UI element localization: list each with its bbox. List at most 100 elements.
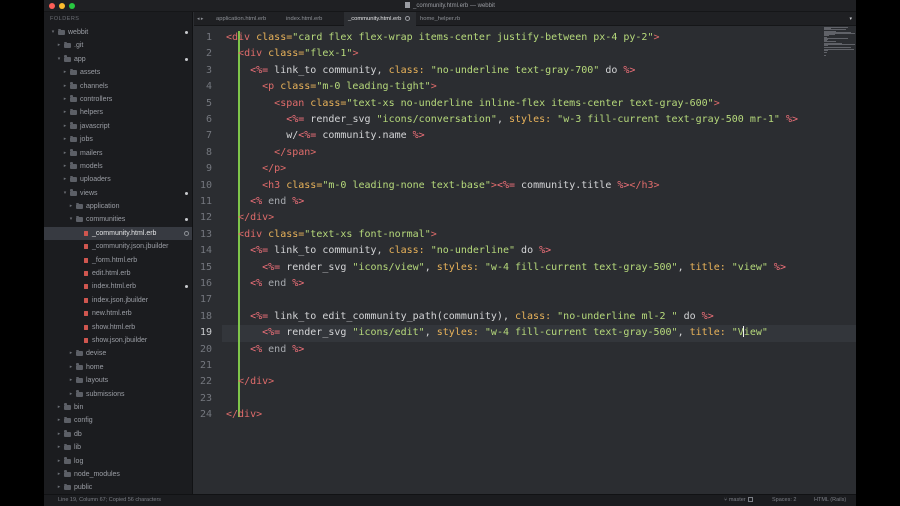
code-line[interactable]: <div class="text-xs font-normal">: [226, 227, 437, 243]
sidebar-folder[interactable]: ▸ config: [44, 414, 192, 427]
code-line[interactable]: <span class="text-xs no-underline inline…: [226, 96, 720, 112]
disclosure-open-icon[interactable]: ▾: [62, 187, 68, 200]
editor-tab[interactable]: application.html.erb: [212, 12, 282, 26]
status-branch[interactable]: ⑂ master: [724, 495, 753, 506]
disclosure-closed-icon[interactable]: ▸: [62, 66, 68, 79]
minimap[interactable]: [824, 27, 856, 57]
code-line[interactable]: <%= link_to community, class: "no-underl…: [226, 243, 551, 259]
disclosure-closed-icon[interactable]: ▸: [56, 468, 62, 481]
disclosure-closed-icon[interactable]: ▸: [62, 160, 68, 173]
sidebar-folder[interactable]: ▸ javascript: [44, 120, 192, 133]
disclosure-closed-icon[interactable]: ▸: [62, 120, 68, 133]
code-line[interactable]: </p>: [226, 161, 286, 177]
sidebar-folder[interactable]: ▸ db: [44, 428, 192, 441]
sidebar-folder[interactable]: ▾ app: [44, 53, 192, 66]
disclosure-closed-icon[interactable]: ▸: [62, 147, 68, 160]
sidebar-file[interactable]: index.html.erb: [44, 280, 192, 293]
sidebar-folder[interactable]: ▸ bin: [44, 401, 192, 414]
sidebar-file[interactable]: new.html.erb: [44, 307, 192, 320]
close-tab-icon[interactable]: [405, 16, 411, 21]
status-branch-label: master: [728, 497, 746, 503]
disclosure-closed-icon[interactable]: ▸: [68, 200, 74, 213]
sidebar-item-label: jobs: [80, 136, 93, 144]
disclosure-closed-icon[interactable]: ▸: [56, 441, 62, 454]
sidebar-folder[interactable]: ▸ lib: [44, 441, 192, 454]
disclosure-open-icon[interactable]: ▾: [68, 213, 74, 226]
code-editor[interactable]: 1 2 3 4 5 6 7 8 9 10 11 12 13 14 15 16 17 18 19 20 21 22 23 24 …: [194, 27, 856, 494]
disclosure-closed-icon[interactable]: ▸: [62, 173, 68, 186]
sidebar-folder[interactable]: ▾ views: [44, 187, 192, 200]
code-line[interactable]: <p class="m-0 leading-tight">: [226, 79, 437, 95]
disclosure-closed-icon[interactable]: ▸: [62, 133, 68, 146]
code-line[interactable]: </div>: [226, 407, 262, 423]
disclosure-open-icon[interactable]: ▾: [50, 26, 56, 39]
sidebar-folder[interactable]: ▸ layouts: [44, 374, 192, 387]
status-spaces[interactable]: Spaces: 2: [772, 495, 796, 506]
code-token: <%: [250, 278, 263, 289]
sidebar-folder[interactable]: ▸ mailers: [44, 147, 192, 160]
disclosure-open-icon[interactable]: ▾: [56, 53, 62, 66]
sidebar-file[interactable]: index.json.jbuilder: [44, 294, 192, 307]
disclosure-closed-icon[interactable]: ▸: [68, 347, 74, 360]
code-line[interactable]: <div class="flex-1">: [226, 46, 358, 62]
code-line[interactable]: <div class="card flex flex-wrap items-ce…: [226, 30, 660, 46]
sidebar-folder[interactable]: ▸ devise: [44, 347, 192, 360]
code-line[interactable]: <%= link_to edit_community_path(communit…: [226, 309, 714, 325]
disclosure-closed-icon[interactable]: ▸: [62, 93, 68, 106]
code-line[interactable]: </span>: [226, 145, 316, 161]
sidebar-folder[interactable]: ▸ channels: [44, 80, 192, 93]
editor-tab[interactable]: index.html.erb: [282, 12, 344, 26]
code-line[interactable]: <% end %>: [226, 276, 304, 292]
code-line[interactable]: <% end %>: [226, 194, 304, 210]
sidebar-folder[interactable]: ▾ communities: [44, 213, 192, 226]
code-line[interactable]: <%= link_to community, class: "no-underl…: [226, 63, 635, 79]
disclosure-closed-icon[interactable]: ▸: [56, 401, 62, 414]
disclosure-closed-icon[interactable]: ▸: [68, 388, 74, 401]
disclosure-closed-icon[interactable]: ▸: [56, 481, 62, 494]
tab-nav-arrows[interactable]: ◂ ▸: [197, 12, 203, 26]
sidebar-folder[interactable]: ▸ assets: [44, 66, 192, 79]
disclosure-closed-icon[interactable]: ▸: [68, 361, 74, 374]
code-line[interactable]: <%= render_svg "icons/edit", styles: "w-…: [226, 325, 768, 341]
sidebar-file[interactable]: show.html.erb: [44, 321, 192, 334]
disclosure-closed-icon[interactable]: ▸: [56, 455, 62, 468]
sidebar-folder[interactable]: ▸ helpers: [44, 106, 192, 119]
sidebar-folder[interactable]: ▾ webbit: [44, 26, 192, 39]
code-line[interactable]: </div>: [226, 210, 274, 226]
editor-tab[interactable]: _community.html.erb: [344, 12, 416, 26]
sidebar-folder[interactable]: ▸ jobs: [44, 133, 192, 146]
sidebar-folder[interactable]: ▸ submissions: [44, 388, 192, 401]
sidebar-file[interactable]: show.json.jbuilder: [44, 334, 192, 347]
code-line[interactable]: <%= render_svg "icons/conversation", sty…: [226, 112, 798, 128]
sidebar-folder[interactable]: ▸ node_modules: [44, 468, 192, 481]
sidebar-folder[interactable]: ▸ log: [44, 455, 192, 468]
sidebar-file[interactable]: _form.html.erb: [44, 254, 192, 267]
code-token: "text-xs no-underline inline-flex items-…: [346, 97, 714, 109]
sidebar-folder[interactable]: ▸ models: [44, 160, 192, 173]
chevron-down-icon[interactable]: ▾: [849, 12, 852, 26]
disclosure-closed-icon[interactable]: ▸: [56, 39, 62, 52]
code-line[interactable]: </div>: [226, 374, 274, 390]
disclosure-closed-icon[interactable]: ▸: [56, 428, 62, 441]
sidebar-folder[interactable]: ▸ application: [44, 200, 192, 213]
disclosure-closed-icon[interactable]: ▸: [62, 80, 68, 93]
sidebar-folder[interactable]: ▸ controllers: [44, 93, 192, 106]
sidebar-folder[interactable]: ▸ .git: [44, 39, 192, 52]
disclosure-closed-icon[interactable]: ▸: [56, 414, 62, 427]
sidebar-file[interactable]: _community.html.erb: [44, 226, 192, 241]
code-line[interactable]: <% end %>: [226, 342, 304, 358]
code-line[interactable]: <%= render_svg "icons/view", styles: "w-…: [226, 260, 786, 276]
sidebar-file[interactable]: _community.json.jbuilder: [44, 240, 192, 253]
disclosure-closed-icon[interactable]: ▸: [68, 374, 74, 387]
editor-tab[interactable]: home_helper.rb: [416, 12, 476, 26]
code-line[interactable]: <h3 class="m-0 leading-none text-base"><…: [226, 178, 659, 194]
git-status-icon: [747, 497, 753, 502]
sidebar-file[interactable]: edit.html.erb: [44, 267, 192, 280]
status-syntax[interactable]: HTML (Rails): [814, 495, 846, 506]
code-line[interactable]: w/<%= community.name %>: [226, 128, 424, 144]
sidebar-folder[interactable]: ▸ home: [44, 361, 192, 374]
sidebar-folder[interactable]: ▸ uploaders: [44, 173, 192, 186]
sidebar-folder[interactable]: ▸ public: [44, 481, 192, 494]
disclosure-closed-icon[interactable]: ▸: [62, 106, 68, 119]
